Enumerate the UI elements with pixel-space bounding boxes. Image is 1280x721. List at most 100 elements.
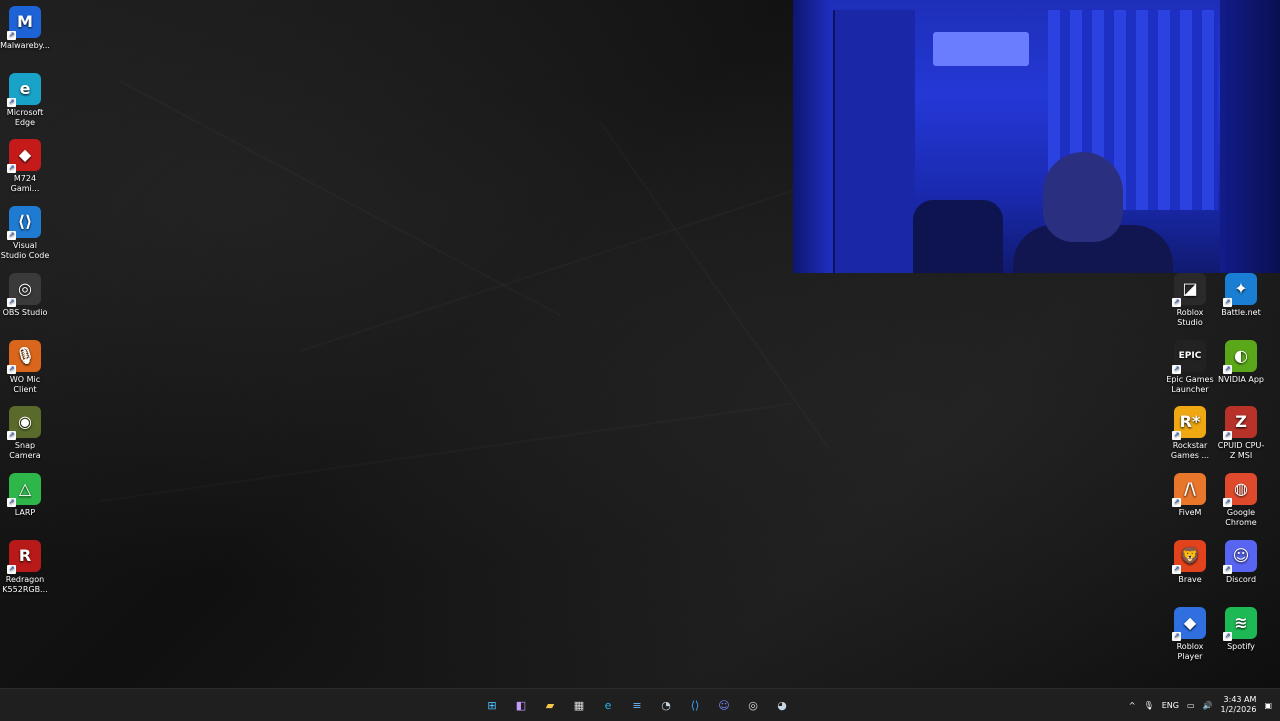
shortcut-arrow-icon: ↗ [7,31,16,40]
desktop-icon-label: Visual Studio Code [0,241,50,261]
volume-icon[interactable]: 🔊 [1203,701,1213,710]
epic-games-launcher-glyph: EPIC [1178,350,1202,361]
larp-icon: △ ↗ [7,472,41,507]
show-hidden-icons-chevron-icon[interactable]: ^ [1129,701,1136,710]
desktop-icon-label: NVIDIA App [1218,374,1264,384]
m724-gaming-icon: ◆ ↗ [7,139,41,174]
rockstar-games-icon: R* ↗ [1172,406,1206,441]
taskbar-microsoft-store-icon[interactable]: ▦ [567,693,591,717]
desktop-icon-label: FiveM [1178,508,1202,518]
shortcut-arrow-icon: ↗ [7,364,16,374]
snap-camera-glyph: ◉ [18,412,32,432]
clock-time: 3:43 AM [1223,695,1257,704]
visual-studio-code-glyph: ⟨⟩ [17,212,33,232]
cpuid-cpu-z-msi-icon: Z ↗ [1223,406,1257,441]
shortcut-arrow-icon: ↗ [7,231,16,241]
google-chrome-glyph: ◍ [1234,479,1248,499]
taskbar-widgets-icon[interactable]: ◧ [509,693,533,717]
desktop-icon-label: Google Chrome [1225,508,1257,528]
obs-studio-icon: ◎ ↗ [7,272,41,307]
desktop-icon-label: LARP [14,507,36,517]
taskbar-file-explorer-icon[interactable]: ▰ [538,693,562,717]
webcam-person-head [1043,152,1123,242]
rockstar-games-glyph: R* [1179,412,1201,432]
shortcut-arrow-icon: ↗ [1172,631,1181,641]
wallpaper-crease [300,165,871,352]
desktop-icon-malwarebytes[interactable]: M ↗ Malwareby... [0,6,50,51]
desktop-icon-label: Rockstar Games ... [1170,441,1210,461]
desktop-icon-label: Microsoft Edge [6,107,44,127]
shortcut-arrow-icon: ↗ [1223,364,1232,374]
shortcut-arrow-icon: ↗ [1223,564,1232,574]
desktop-icon-label: Snap Camera [9,441,41,461]
notification-icon[interactable]: ▣ [1264,701,1272,710]
shortcut-arrow-icon: ↗ [7,497,16,507]
taskbar-edge-icon[interactable]: e [596,693,620,717]
fivem-icon: /\ ↗ [1172,473,1206,508]
discord-icon: ☺ ↗ [1223,539,1257,574]
redragon-k552rgb-icon: R ↗ [7,539,41,574]
desktop-icon-roblox-player[interactable]: ◆ ↗ Roblox Player [1165,606,1215,662]
desktop-icon-discord[interactable]: ☺ ↗ Discord [1216,539,1266,585]
taskbar-steam-2-icon[interactable]: ◕ [770,693,794,717]
fivem-glyph: /\ [1184,479,1196,499]
taskbar-start-icon[interactable]: ⊞ [480,693,504,717]
shortcut-arrow-icon: ↗ [1223,298,1232,307]
microphone-icon[interactable]: 🎙 [1144,701,1154,710]
desktop-icon-fivem[interactable]: /\ ↗ FiveM [1165,473,1215,518]
shortcut-arrow-icon: ↗ [1172,431,1181,441]
desktop-icon-cpuid-cpu-z-msi[interactable]: Z ↗ CPUID CPU-Z MSI [1216,406,1266,461]
desktop-icon-microsoft-edge[interactable]: e ↗ Microsoft Edge [0,72,50,128]
wallpaper-crease [119,80,561,317]
microsoft-edge-glyph: e [19,78,31,98]
battle-net-glyph: ✦ [1234,279,1248,298]
desktop-icon-visual-studio-code[interactable]: ⟨⟩ ↗ Visual Studio Code [0,206,50,261]
desktop-icon-google-chrome[interactable]: ◍ ↗ Google Chrome [1216,473,1266,528]
desktop-icon-brave[interactable]: 🦁 ↗ Brave [1165,539,1215,585]
shortcut-arrow-icon: ↗ [1172,298,1181,307]
taskbar: ⊞ ◧ ▰ ▦ e ≡ ◔ ⟨⟩ ☺ ◎ ◕ ^ 🎙 ENG ▭ 🔊 3:43 AM 1/2/202… [0,688,1280,721]
shortcut-arrow-icon: ↗ [1223,631,1232,641]
network-icon[interactable]: ▭ [1187,701,1195,710]
snap-camera-icon: ◉ ↗ [7,406,41,441]
desktop-icon-redragon-k552rgb[interactable]: R ↗ Redragon K552RGB... [0,539,50,595]
desktop-icon-label: Spotify [1227,641,1255,651]
desktop-icon-label: Redragon K552RGB... [2,574,48,594]
desktop-icon-spotify[interactable]: ≋ ↗ Spotify [1216,606,1266,652]
language-indicator[interactable]: ENG [1162,701,1179,710]
webcam-air-conditioner [933,32,1029,66]
nvidia-app-glyph: ◐ [1234,345,1248,365]
microsoft-edge-icon: e ↗ [7,72,41,107]
desktop-icon-m724-gaming[interactable]: ◆ ↗ M724 Gami... [0,139,50,194]
larp-glyph: △ [18,478,32,498]
clock[interactable]: 3:43 AM 1/2/2026 [1221,695,1257,715]
taskbar-discord-icon[interactable]: ☺ [712,693,736,717]
taskbar-notepad-icon[interactable]: ≡ [625,693,649,717]
desktop-icon-nvidia-app[interactable]: ◐ ↗ NVIDIA App [1216,339,1266,385]
wo-mic-client-glyph: 🎙 [14,345,36,365]
wallpaper-crease [100,403,793,502]
desktop-icon-label: Epic Games Launcher [1166,374,1214,394]
shortcut-arrow-icon: ↗ [7,431,16,441]
taskbar-steam-icon[interactable]: ◔ [654,693,678,717]
desktop-icon-obs-studio[interactable]: ◎ ↗ OBS Studio [0,272,50,318]
desktop-icon-epic-games-launcher[interactable]: EPIC ↗ Epic Games Launcher [1165,339,1215,395]
desktop-icon-label: Malwareby... [0,41,50,50]
google-chrome-icon: ◍ ↗ [1223,473,1257,508]
desktop-icon-rockstar-games[interactable]: R* ↗ Rockstar Games ... [1165,406,1215,461]
desktop-icon-roblox-studio[interactable]: ◪ ↗ Roblox Studio [1165,273,1215,328]
desktop-icon-battle-net[interactable]: ✦ ↗ Battle.net [1216,273,1266,318]
taskbar-vscode-icon[interactable]: ⟨⟩ [683,693,707,717]
desktop-icon-wo-mic-client[interactable]: 🎙 ↗ WO Mic Client [0,339,50,395]
epic-games-launcher-icon: EPIC ↗ [1172,339,1206,374]
visual-studio-code-icon: ⟨⟩ ↗ [7,206,41,241]
roblox-player-glyph: ◆ [1183,612,1197,632]
desktop-icon-snap-camera[interactable]: ◉ ↗ Snap Camera [0,406,50,461]
shortcut-arrow-icon: ↗ [7,164,16,174]
brave-glyph: 🦁 [1180,545,1200,565]
desktop-icon-larp[interactable]: △ ↗ LARP [0,472,50,518]
desktop-icon-label: Roblox Player [1176,641,1204,661]
taskbar-obs-icon[interactable]: ◎ [741,693,765,717]
webcam-wall [793,0,833,273]
battle-net-icon: ✦ ↗ [1223,273,1257,307]
